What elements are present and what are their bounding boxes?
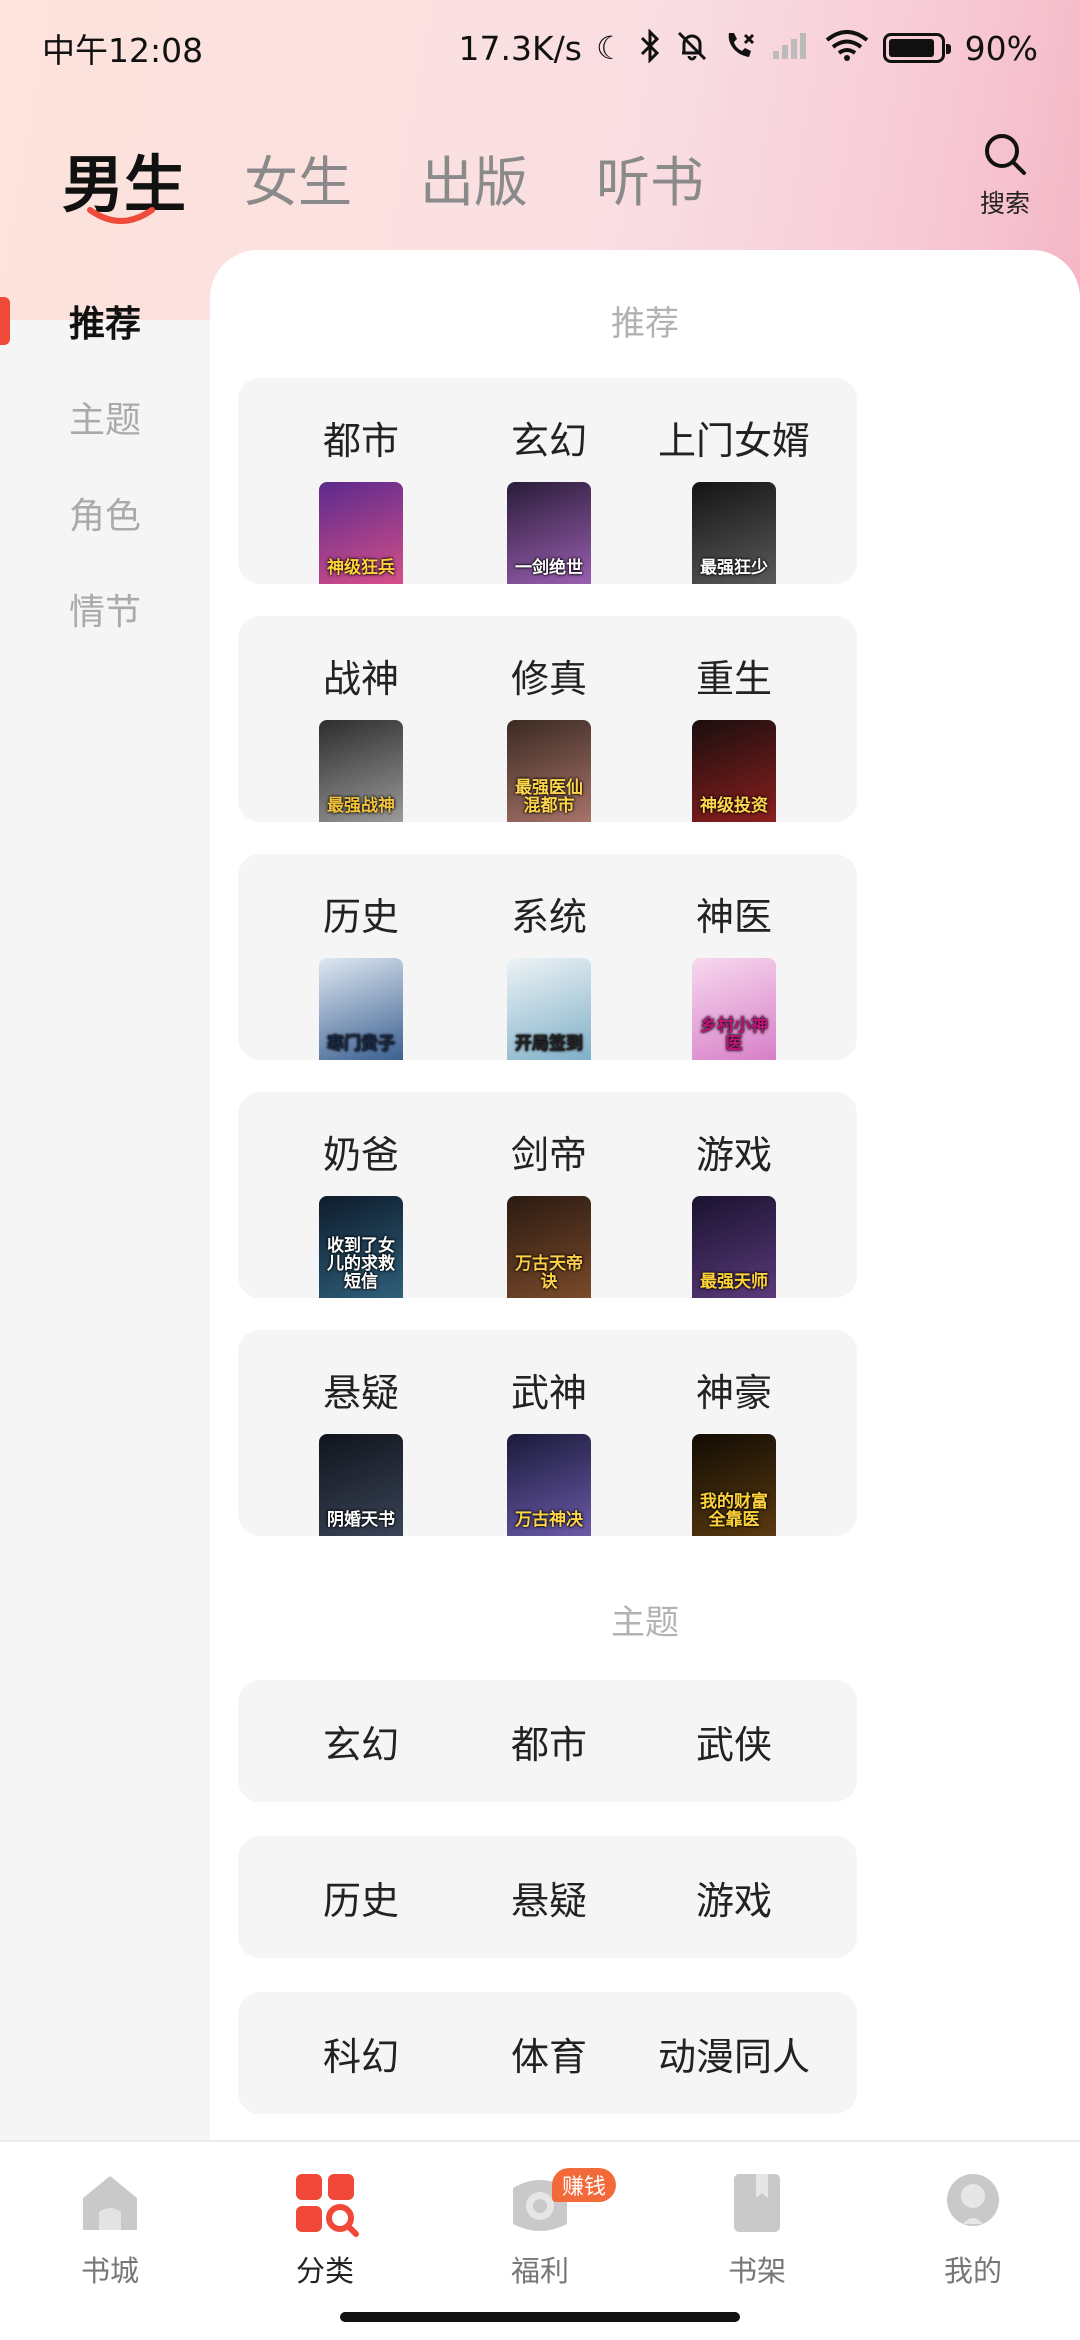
book-cover-title: 万古天帝诀 [515,1254,583,1293]
sidebar-item-label: 主题 [68,400,141,441]
nav-label: 我的 [943,2254,1002,2288]
book-cover-title: 寒门贵子 [327,1034,395,1055]
category-card[interactable]: 上门女婿 最强狂少 [611,378,857,584]
search-button[interactable]: 搜索 [972,130,1038,240]
nav-label: 书架 [727,2254,786,2288]
status-icons: 17.3K/s ☾ 90% [458,27,1038,68]
home-icon [83,2176,137,2230]
nav-label: 书城 [80,2254,139,2288]
book-cover: 开局签到 [507,958,591,1060]
category-card-label: 游戏 [695,1133,772,1177]
book-cover-title: 乡村小神医 [700,1016,768,1055]
book-cover-title: 开局签到 [515,1034,583,1055]
book-cover: 神级狂兵 [319,482,403,584]
book-cover: 最强医仙混都市 [507,720,591,822]
sidebar-item-recommend[interactable]: 推荐 [0,286,210,356]
status-bar: 中午12:08 17.3K/s ☾ 90% [0,0,1080,96]
nav-welfare[interactable]: 赚钱 福利 [460,2168,620,2298]
book-cover-title: 万古神决 [515,1510,583,1531]
sidebar-item-plot[interactable]: 情节 [0,574,210,644]
category-sidebar: 推荐 主题 角色 情节 [0,260,210,2140]
wifi-icon [825,29,869,67]
battery-percent: 90% [964,28,1038,68]
search-icon [985,134,1026,175]
signal-icon [771,31,811,66]
mute-icon [675,29,709,68]
profile-icon [947,2174,999,2226]
theme-pill[interactable]: 动漫同人 [611,1992,857,2114]
welfare-badge: 赚钱 [552,2168,617,2202]
top-tab-bar: 男生 女生 出版 听书 搜索 [0,120,1080,250]
net-speed: 17.3K/s [458,28,582,68]
category-card-label: 上门女婿 [657,419,810,463]
book-cover: 阴婚天书 [319,1434,403,1536]
book-cover: 最强战神 [319,720,403,822]
nav-bookshelf[interactable]: 书架 [677,2168,837,2298]
book-cover-title: 最强天师 [700,1272,768,1293]
do-not-disturb-icon: ☾ [595,29,625,67]
battery-icon [882,33,951,63]
section-title-theme: 主题 [611,1603,679,1643]
book-cover: 最强天师 [692,1196,776,1298]
book-cover-title: 最强战神 [327,796,395,817]
home-indicator [340,2312,740,2322]
theme-pill[interactable]: 武侠 [611,1680,857,1802]
category-content-panel[interactable]: 推荐 都市 神级狂兵 玄幻 一剑绝世 上门女婿 最强狂少 战神 最强战神 修真 最强医仙混都市 重生… [210,250,1080,2145]
book-cover: 神级投资 [692,720,776,822]
bottom-navigation: 书城 分类 赚钱 福利 书架 我的 [0,2140,1080,2340]
theme-pill[interactable]: 游戏 [611,1836,857,1958]
book-cover-title: 最强狂少 [700,558,768,579]
nav-category[interactable]: 分类 [245,2168,405,2298]
category-card[interactable]: 神豪 我的财富全靠医 [611,1330,857,1536]
book-cover-title: 我的财富全靠医 [700,1492,768,1531]
book-cover: 收到了女儿的求救短信 [319,1196,403,1298]
sidebar-item-theme[interactable]: 主题 [0,382,210,452]
category-card[interactable]: 重生 神级投资 [611,616,857,822]
sidebar-item-label: 角色 [68,496,141,537]
book-cover: 寒门贵子 [319,958,403,1060]
book-cover-title: 一剑绝世 [515,558,583,579]
book-cover: 我的财富全靠医 [692,1434,776,1536]
category-icon [296,2174,359,2237]
sidebar-item-role[interactable]: 角色 [0,478,210,548]
book-cover: 乡村小神医 [692,958,776,1060]
nav-bookstore[interactable]: 书城 [30,2168,190,2298]
category-card-label: 重生 [695,657,772,701]
bluetooth-icon [639,27,661,68]
book-cover: 最强狂少 [692,482,776,584]
sidebar-item-label: 情节 [68,592,141,633]
tab-female[interactable]: 女生 [244,138,352,217]
tab-publish[interactable]: 出版 [420,138,528,217]
bookshelf-icon [734,2174,780,2232]
active-tab-underline [87,207,155,224]
category-card[interactable]: 游戏 最强天师 [611,1092,857,1298]
book-cover-title: 神级狂兵 [327,558,395,579]
nav-profile[interactable]: 我的 [893,2168,1053,2298]
nav-label: 分类 [295,2254,354,2288]
category-card[interactable]: 神医 乡村小神医 [611,854,857,1060]
book-cover-title: 最强医仙混都市 [515,778,583,817]
call-off-icon [723,29,757,68]
tab-audiobook[interactable]: 听书 [596,138,704,217]
status-time: 中午12:08 [42,31,204,70]
book-cover: 一剑绝世 [507,482,591,584]
sidebar-item-label: 推荐 [68,304,141,345]
section-title-recommend: 推荐 [611,304,679,344]
book-cover-title: 神级投资 [700,796,768,817]
book-cover-title: 收到了女儿的求救短信 [327,1236,395,1293]
search-label: 搜索 [979,189,1030,218]
category-card-label: 神医 [695,895,772,939]
book-cover-title: 阴婚天书 [327,1510,395,1531]
book-cover: 万古神决 [507,1434,591,1536]
category-card-label: 神豪 [695,1371,772,1415]
book-cover: 万古天帝诀 [507,1196,591,1298]
nav-label: 福利 [510,2254,569,2288]
